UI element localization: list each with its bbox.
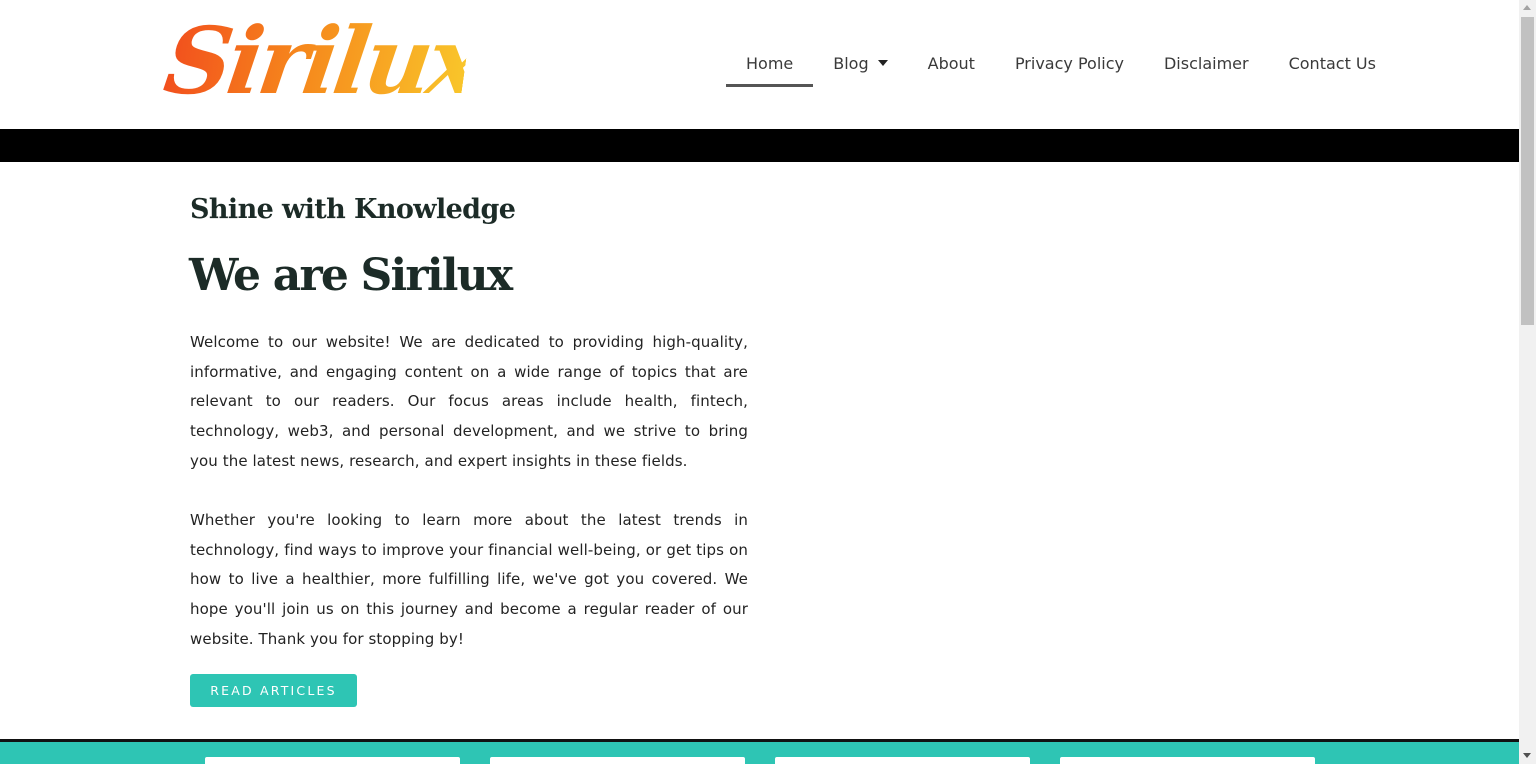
nav-about[interactable]: About (908, 41, 995, 87)
hero-tagline: Shine with Knowledge (190, 194, 516, 225)
hero-paragraph-1: Welcome to our website! We are dedicated… (190, 333, 748, 470)
site-logo[interactable]: Sirilux (158, 6, 487, 116)
nav-privacy-policy-label: Privacy Policy (1014, 54, 1124, 73)
nav-about-label: About (927, 54, 975, 73)
hero-title: We are Sirilux (189, 250, 513, 301)
scrollbar-thumb[interactable] (1521, 17, 1534, 325)
page-scrollbar[interactable] (1519, 0, 1536, 764)
scroll-down-arrow-icon[interactable] (1523, 753, 1531, 758)
scroll-up-arrow-icon[interactable] (1523, 5, 1531, 10)
nav-disclaimer-label: Disclaimer (1163, 54, 1249, 73)
nav-blog-label: Blog (833, 54, 869, 73)
header-divider-band (0, 129, 1519, 162)
featured-card[interactable] (205, 757, 460, 764)
page: Sirilux Home Blog About Privacy Policy D… (0, 0, 1536, 764)
featured-card[interactable] (1060, 757, 1315, 764)
main-nav: Home Blog About Privacy Policy Disclaime… (726, 41, 1396, 88)
nav-privacy-policy[interactable]: Privacy Policy (995, 41, 1144, 87)
nav-contact-us-label: Contact Us (1288, 54, 1376, 73)
featured-card[interactable] (490, 757, 745, 764)
caret-down-icon[interactable] (877, 59, 888, 66)
site-header: Sirilux Home Blog About Privacy Policy D… (0, 0, 1519, 129)
nav-blog[interactable]: Blog (813, 41, 907, 87)
nav-home-label: Home (746, 54, 794, 73)
nav-home[interactable]: Home (726, 41, 814, 87)
hero-paragraph-2: Whether you're looking to learn more abo… (190, 511, 748, 648)
featured-card[interactable] (775, 757, 1030, 764)
nav-disclaimer[interactable]: Disclaimer (1144, 41, 1269, 87)
nav-contact-us[interactable]: Contact Us (1269, 41, 1396, 87)
read-articles-button[interactable]: READ ARTICLES (190, 674, 357, 707)
